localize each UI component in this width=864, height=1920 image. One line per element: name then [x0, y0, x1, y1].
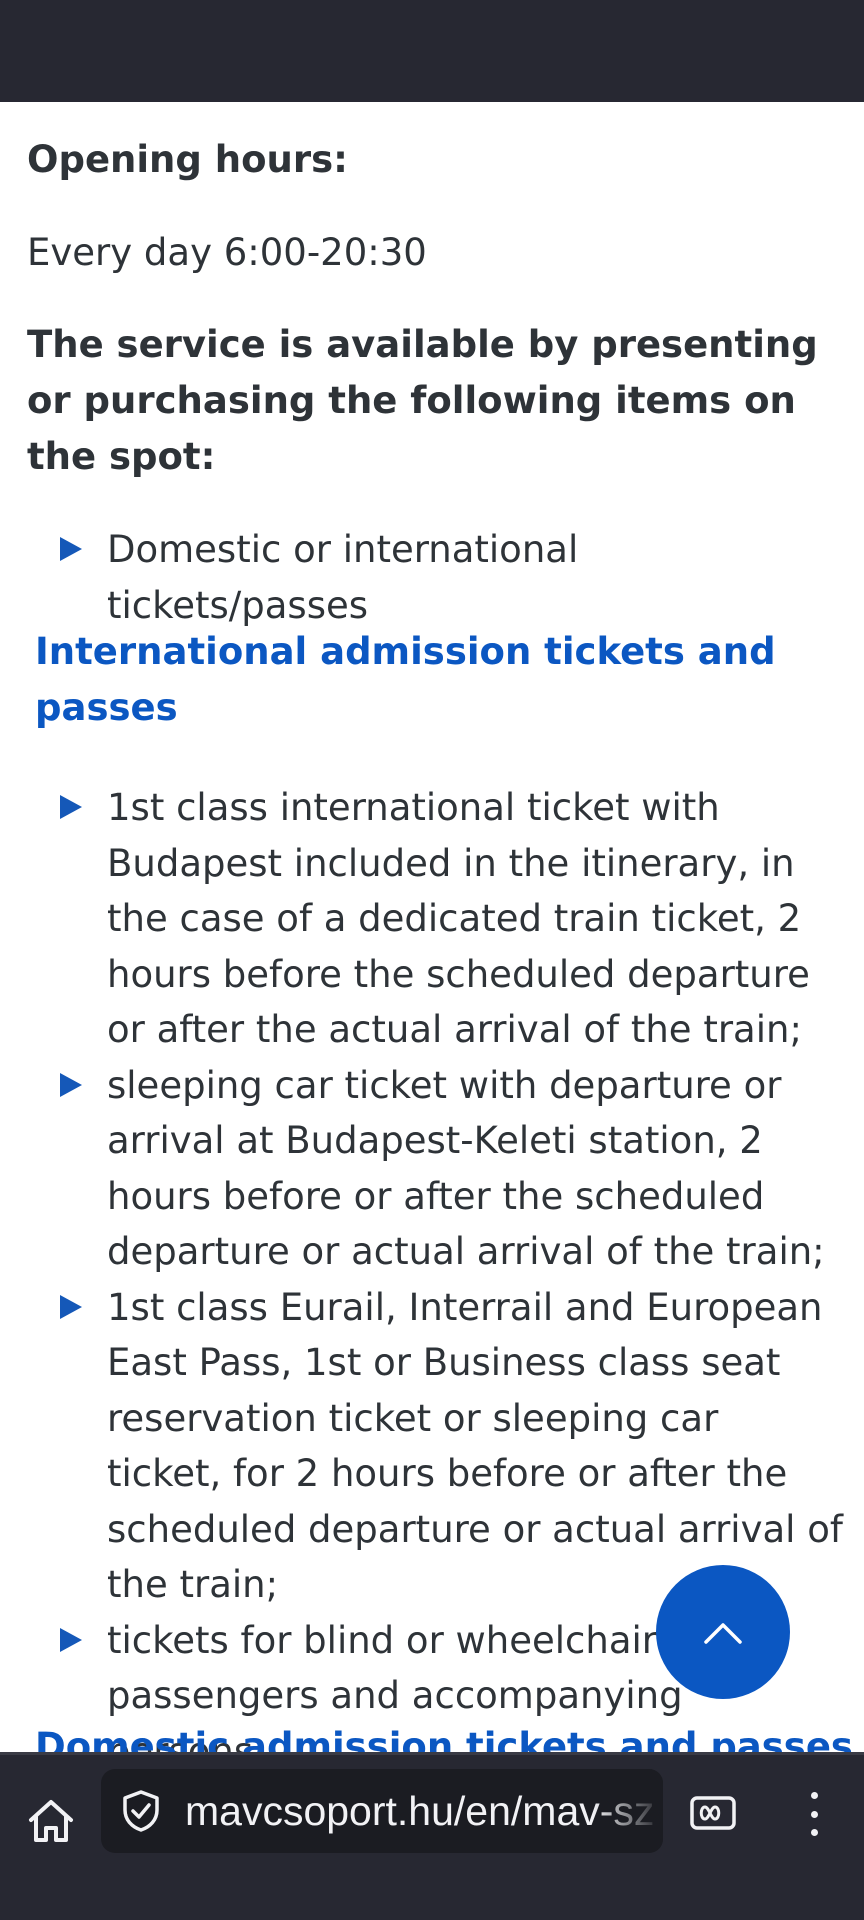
address-bar[interactable]: mavcsoport.hu/en/mav-sz: [101, 1769, 663, 1853]
home-button[interactable]: [22, 1792, 80, 1850]
status-bar-area: [0, 0, 864, 102]
list-item-text: sleeping car ticket with departure or ar…: [107, 1063, 825, 1274]
menu-dot: [810, 1792, 818, 1799]
page-content: Opening hours: Every day 6:00-20:30 The …: [0, 102, 864, 1752]
url-text[interactable]: mavcsoport.hu/en/mav-sz: [185, 1769, 654, 1853]
url-fade: [593, 1769, 663, 1853]
toolbar-divider: [0, 1752, 864, 1755]
opening-hours-heading: Opening hours:: [27, 138, 348, 181]
list-item-text: Domestic or international tickets/passes: [107, 528, 579, 627]
menu-dot: [810, 1829, 818, 1836]
service-intro-text: The service is available by presenting o…: [27, 323, 818, 478]
international-heading: International admission tickets and pass…: [35, 630, 776, 729]
bullet-triangle-icon: [60, 1072, 82, 1097]
domestic-heading: Domestic admission tickets and passes: [35, 1725, 853, 1752]
bullet-triangle-icon: [60, 795, 82, 819]
shield-check-icon[interactable]: [119, 1789, 163, 1833]
opening-hours-text: Every day 6:00-20:30: [27, 231, 427, 274]
chevron-up-icon: [704, 1623, 742, 1644]
list-item-text: 1st class Eurail, Interrail and European…: [107, 1285, 843, 1607]
reader-mode-button[interactable]: [688, 1788, 738, 1838]
list-item: sleeping car ticket with departure or ar…: [0, 1058, 864, 1280]
list-item: Domestic or international tickets/passes: [0, 522, 864, 633]
list-item: 1st class international ticket with Buda…: [0, 780, 864, 1058]
bullet-triangle-icon: [60, 537, 82, 561]
scroll-to-top-button[interactable]: [656, 1565, 790, 1699]
bullet-triangle-icon: [60, 1294, 82, 1319]
menu-dot: [810, 1810, 818, 1818]
home-icon: [29, 1800, 73, 1842]
bullet-triangle-icon: [60, 1627, 82, 1652]
service-items-list: Domestic or international tickets/passes: [0, 522, 864, 633]
overflow-menu-button[interactable]: [794, 1786, 834, 1842]
reader-mode-icon: [690, 1796, 736, 1830]
browser-toolbar: mavcsoport.hu/en/mav-sz: [0, 1752, 864, 1920]
list-item: 1st class Eurail, Interrail and European…: [0, 1280, 864, 1613]
list-item-text: 1st class international ticket with Buda…: [107, 786, 810, 1051]
